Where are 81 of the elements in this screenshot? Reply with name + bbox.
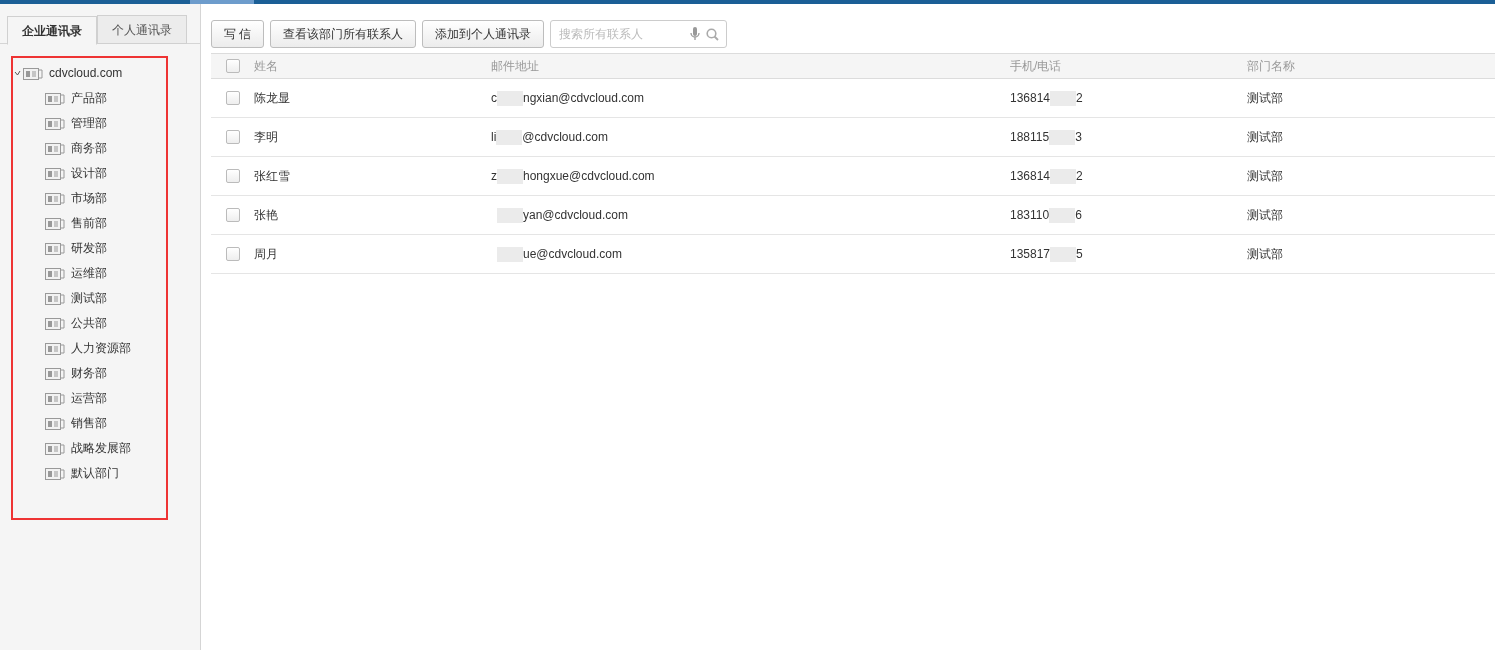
contact-card-icon [45, 365, 65, 380]
table-cell: 测试部 [1247, 130, 1283, 144]
contact-card-icon [45, 90, 65, 105]
checkbox[interactable] [225, 130, 240, 144]
table-cell-text: li [491, 129, 497, 146]
contact-card-icon [45, 415, 65, 430]
table-cell: 张艳 [254, 208, 278, 222]
table-cell-text: 135817 [1010, 246, 1051, 263]
tree-item[interactable]: 战略发展部 [71, 438, 131, 457]
table-cell: 测试部 [1247, 208, 1283, 222]
table-cell: 测试部 [1247, 91, 1283, 105]
contact-card-icon [45, 190, 65, 205]
column-header: 手机/电话 [1010, 59, 1062, 73]
contact-card-icon [45, 340, 65, 355]
tab[interactable]: 企业通讯录 [7, 16, 97, 45]
table-cell-text: 5 [1076, 246, 1083, 263]
tree-item[interactable]: cdvcloud.com [49, 63, 123, 82]
search-field[interactable]: 搜索所有联系人 [550, 20, 728, 48]
table-cell-text: yan@cdvcloud.com [523, 207, 628, 224]
tree-item[interactable]: 人力资源部 [71, 338, 131, 357]
microphone-icon[interactable] [690, 27, 701, 41]
contact-card-icon [45, 215, 65, 230]
table-cell-text: 2 [1076, 90, 1083, 107]
checkbox[interactable] [225, 91, 240, 105]
table-cell: 陈龙显 [254, 91, 290, 105]
table-cell: 张红雪 [254, 169, 290, 183]
tree-item[interactable]: 默认部门 [71, 463, 119, 482]
checkbox[interactable] [225, 169, 240, 183]
toolbar-button[interactable]: 添加到个人通讯录 [422, 20, 545, 48]
caret-icon[interactable] [13, 68, 21, 77]
table-cell-text: z [491, 168, 497, 185]
contact-card-icon [45, 140, 65, 155]
contact-card-icon [45, 165, 65, 180]
column-header: 姓名 [254, 59, 278, 73]
table-cell-text: c [491, 90, 497, 107]
table-cell-text: 136814 [1010, 90, 1051, 107]
toolbar-button[interactable]: 查看该部门所有联系人 [270, 20, 417, 48]
tree-item[interactable]: 财务部 [71, 363, 107, 382]
toolbar-button[interactable]: 写 信 [211, 20, 265, 48]
checkbox[interactable] [225, 208, 240, 222]
table-cell-text: 188115 [1010, 129, 1050, 146]
search-icon[interactable] [706, 27, 720, 41]
contact-card-icon [45, 390, 65, 405]
table-cell: 李明 [254, 130, 278, 144]
table-cell-text: ue@cdvcloud.com [523, 246, 622, 263]
table-cell: 测试部 [1247, 169, 1283, 183]
contact-card-icon [45, 240, 65, 255]
table-cell-text: 183110 [1010, 207, 1050, 224]
table-cell-text: hongxue@cdvcloud.com [523, 168, 655, 185]
tree-item[interactable]: 管理部 [71, 113, 107, 132]
tree-item[interactable]: 销售部 [71, 413, 107, 432]
contact-card-icon [45, 115, 65, 130]
table-cell: 测试部 [1247, 247, 1283, 261]
tree-item[interactable]: 测试部 [71, 288, 107, 307]
tree-item[interactable]: 售前部 [71, 213, 107, 232]
tree-item[interactable]: 公共部 [71, 313, 107, 332]
contact-card-icon [45, 290, 65, 305]
tree-item[interactable]: 运营部 [71, 388, 107, 407]
table-cell: 周月 [254, 247, 278, 261]
table-cell-text: @cdvcloud.com [522, 129, 608, 146]
contact-card-icon [45, 440, 65, 455]
tree-item[interactable]: 研发部 [71, 238, 107, 257]
tree-item[interactable]: 运维部 [71, 263, 107, 282]
tree-item[interactable]: 设计部 [71, 163, 107, 182]
table-cell-text: 2 [1076, 168, 1083, 185]
table-cell-text: 3 [1075, 129, 1082, 146]
contact-card-icon [45, 315, 65, 330]
table-cell-text: 6 [1075, 207, 1082, 224]
column-header: 邮件地址 [491, 59, 539, 73]
column-header: 部门名称 [1247, 59, 1295, 73]
table-cell-text: 136814 [1010, 168, 1051, 185]
tab[interactable]: 个人通讯录 [97, 15, 187, 44]
table-cell-text: ngxian@cdvcloud.com [523, 90, 644, 107]
tree-item[interactable]: 商务部 [71, 138, 107, 157]
contact-card-icon [45, 265, 65, 280]
checkbox[interactable] [225, 247, 240, 261]
checkbox[interactable] [225, 59, 240, 73]
tree-item[interactable]: 市场部 [71, 188, 107, 207]
tree-item[interactable]: 产品部 [71, 88, 107, 107]
contact-card-icon [45, 465, 65, 480]
contact-card-icon [23, 65, 43, 80]
